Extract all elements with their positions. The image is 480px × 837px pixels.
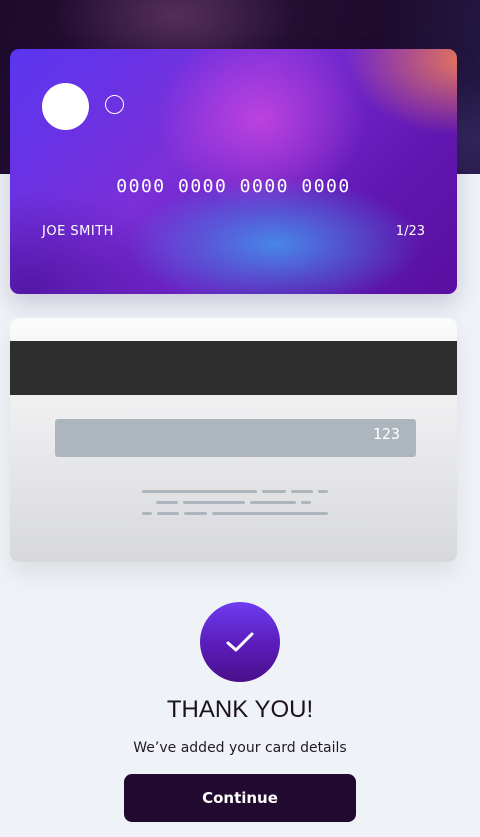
card-back: 123 bbox=[10, 318, 457, 562]
card-logo-filled-circle bbox=[42, 83, 89, 130]
card-number: 0000 0000 0000 0000 bbox=[116, 176, 351, 197]
confirmation-message: We’ve added your card details bbox=[133, 740, 347, 756]
continue-button[interactable]: Continue bbox=[124, 774, 356, 822]
cardholder-name: JOE SMITH bbox=[42, 224, 114, 239]
confirmation-title: THANK YOU! bbox=[166, 696, 314, 723]
success-check-badge bbox=[200, 602, 280, 682]
checkmark-icon bbox=[226, 632, 254, 652]
card-expiry: 1/23 bbox=[395, 224, 425, 239]
card-logo-outline-circle bbox=[105, 95, 124, 114]
card-front: 0000 0000 0000 0000 JOE SMITH 1/23 bbox=[10, 49, 457, 294]
fine-print-lines bbox=[10, 318, 457, 562]
